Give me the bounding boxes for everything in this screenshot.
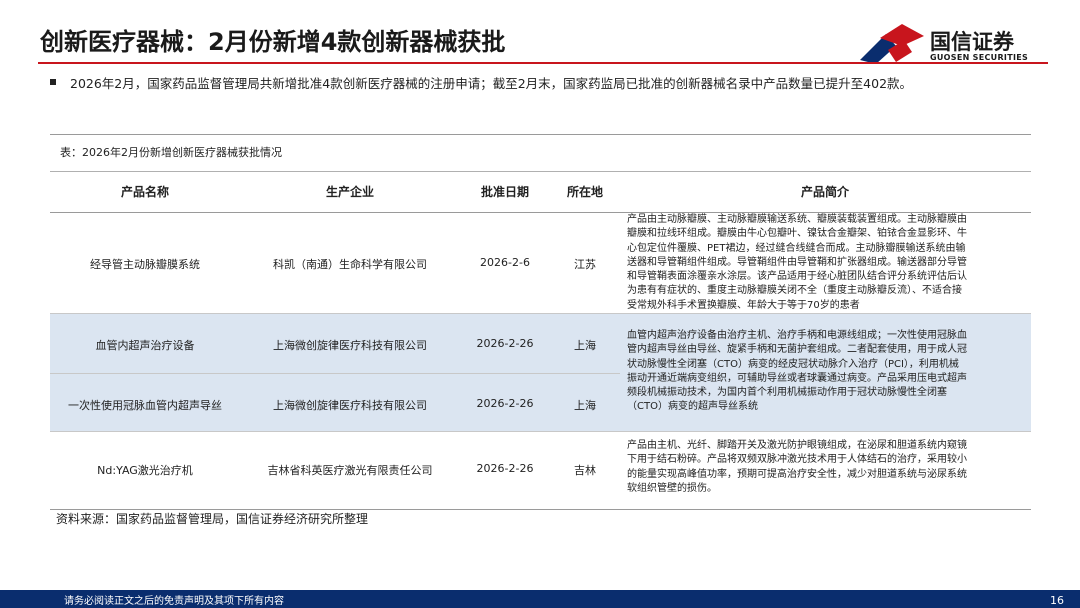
desc-1-line: 心包定位件覆膜、PET裙边，经过缝合线缝合而成。主动脉瓣膜输送系统由输 (627, 242, 966, 254)
table-row-3-date: 2026-2-26 (476, 397, 534, 410)
desc-4-line: 产品由主机、光纤、脚踏开关及激光防护眼镜组成，在泌尿和胆道系统内窥镜 (627, 440, 967, 451)
page-title: 创新医疗器械：2月份新增4款创新器械获批 (40, 28, 506, 56)
desc-1-line: 为患有有症状的、重度主动脉瓣膜关闭不全（重度主动脉瓣反流）、不适合接 (627, 285, 962, 297)
logo-text-en: GUOSEN SECURITIES (930, 53, 1029, 62)
table-row-1-company: 科凯（南通）生命科学有限公司 (273, 258, 427, 271)
source-note: 资料来源：国家药品监督管理局，国信证券经济研究所整理 (56, 512, 369, 526)
header-description: 产品简介 (800, 185, 849, 199)
table-row-3-location: 上海 (574, 399, 596, 412)
guosen-logo: 国信证券 GUOSEN SECURITIES (858, 22, 1048, 66)
table-row-4-description: 产品由主机、光纤、脚踏开关及激光防护眼镜组成，在泌尿和胆道系统内窥镜 下用于结石… (627, 439, 1017, 496)
table-row-2-name: 血管内超声治疗设备 (95, 339, 195, 352)
desc-1-line: 和导管鞘表面涂覆亲水涂层。该产品适用于经心脏团队结合评分系统评估后认 (627, 271, 967, 283)
desc-1-line: 送器和导管鞘组件组成。导管鞘组件由导管鞘和扩张器组成。输送器部分导管 (627, 256, 967, 268)
desc-4-line: 下用于结石粉碎。产品将双频双脉冲激光技术用于人体结石的治疗，采用较小 (627, 454, 967, 466)
header-location: 所在地 (566, 185, 603, 199)
guosen-logo-icon (860, 24, 924, 64)
table-row-1-name: 经导管主动脉瓣膜系统 (90, 258, 200, 271)
table-row-1-location: 江苏 (574, 258, 596, 271)
table-row-4-date: 2026-2-26 (476, 462, 534, 475)
desc-4-line: 的能量实现高峰值功率，预期可提高治疗安全性，减少对胆道系统与泌尿系统 (627, 468, 967, 480)
table-row-2-location: 上海 (574, 339, 596, 352)
table-row-4-name: Nd:YAG激光治疗机 (97, 464, 193, 477)
table-row-2-company: 上海微创旋律医疗科技有限公司 (273, 339, 427, 352)
desc-1-line: 受常规外科手术置换瓣膜、年龄大于等于70岁的患者 (627, 299, 860, 311)
desc-2-line: 振动开通近端病变组织，可辅助导丝或者球囊通过病变。产品采用压电式超声 (627, 372, 967, 384)
row-divider (50, 431, 1031, 432)
summary-bullet: 2026年2月，国家药品监督管理局共新增批准4款创新医疗器械的注册申请；截至2月… (50, 74, 1030, 93)
table-caption: 表：2026年2月份新增创新医疗器械获批情况 (60, 146, 282, 159)
page-number: 16 (1050, 594, 1064, 607)
table-row-4-location: 吉林 (574, 464, 596, 477)
desc-2-line: 管内超声导丝由导丝、旋紧手柄和无菌护套组成。二者配套使用，用于成人冠 (627, 344, 967, 356)
row-divider (50, 373, 620, 374)
table-row-1-date: 2026-2-6 (480, 256, 530, 269)
header-product-name: 产品名称 (120, 185, 169, 199)
table-row-3-company: 上海微创旋律医疗科技有限公司 (273, 399, 427, 412)
desc-2-line: 血管内超声治疗设备由治疗主机、治疗手柄和电源线组成；一次性使用冠脉血 (627, 330, 967, 341)
row-divider (50, 313, 1031, 314)
desc-2-line: 状动脉慢性全闭塞（CTO）病变的经皮冠状动脉介入治疗（PCI），利用机械 (627, 358, 959, 370)
table-row-4-company: 吉林省科英医疗激光有限责任公司 (267, 464, 433, 477)
desc-1-line: 产品由主动脉瓣膜、主动脉瓣膜输送系统、瓣膜装载装置组成。主动脉瓣膜由 (627, 214, 967, 225)
desc-4-line: 软组织管壁的损伤。 (627, 482, 717, 494)
table-row-2-date: 2026-2-26 (476, 337, 534, 350)
logo-text-cn: 国信证券 (930, 30, 1014, 54)
header-date: 批准日期 (480, 185, 529, 199)
desc-1-line: 瓣膜和拉线环组成。瓣膜由牛心包瓣叶、镍钛合金瓣架、铂铱合金显影环、牛 (627, 228, 967, 240)
table-row-1-description: 产品由主动脉瓣膜、主动脉瓣膜输送系统、瓣膜装载装置组成。主动脉瓣膜由 瓣膜和拉线… (627, 213, 1017, 313)
desc-2-line: 频段机械振动技术，为国内首个利用机械振动作用于冠状动脉慢性全闭塞 (627, 387, 947, 399)
desc-2-line: （CTO）病变的超声导丝系统 (627, 401, 758, 413)
bullet-square-icon (50, 79, 56, 85)
approval-table: 表：2026年2月份新增创新医疗器械获批情况 产品名称 生产企业 批准日期 所在… (50, 134, 1031, 510)
summary-text: 2026年2月，国家药品监督管理局共新增批准4款创新医疗器械的注册申请；截至2月… (70, 76, 913, 91)
table-row-3-name: 一次性使用冠脉血管内超声导丝 (68, 399, 222, 412)
table-row-2-3-description: 血管内超声治疗设备由治疗主机、治疗手柄和电源线组成；一次性使用冠脉血 管内超声导… (627, 329, 1017, 415)
table-header-row: 产品名称 生产企业 批准日期 所在地 产品简介 (50, 171, 1031, 213)
footer-bar: 请务必阅读正文之后的免责声明及其项下所有内容 (0, 590, 1080, 608)
footer-disclaimer: 请务必阅读正文之后的免责声明及其项下所有内容 (64, 596, 284, 607)
header-company: 生产企业 (325, 185, 374, 199)
title-divider (38, 62, 1048, 64)
